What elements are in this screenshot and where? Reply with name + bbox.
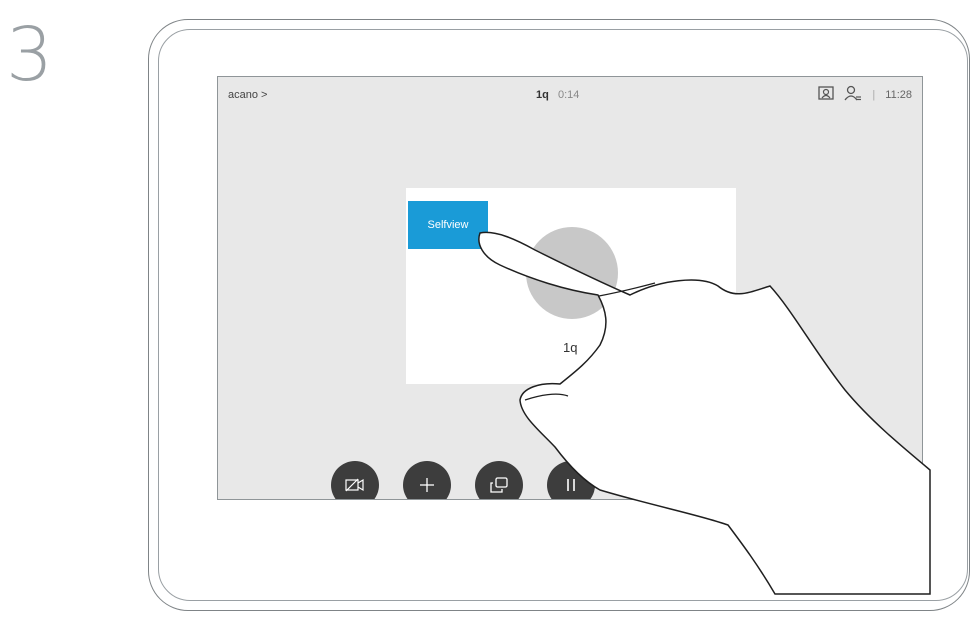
hold-icon [567,479,575,491]
camera-off-button[interactable] [331,461,379,499]
volume-button[interactable] [834,532,868,566]
add-icon [420,478,434,492]
clock: 11:28 [885,88,912,101]
volume-icon [845,544,857,554]
status-bar: acano > 1q 0:14 | 11:28 [218,77,922,111]
step-number: 3 [6,12,54,98]
selfview-icon[interactable] [818,86,835,103]
hold-button[interactable] [547,461,595,499]
selfview-button[interactable]: Selfview [408,201,488,249]
selfview-toggle-button[interactable] [475,461,523,499]
call-duration: 0:14 [558,89,580,101]
breadcrumb[interactable]: acano > [228,89,267,101]
participant-name: 1q [563,340,578,355]
status-icons: | 11:28 [818,85,912,104]
person-icon[interactable] [844,85,862,104]
avatar [526,227,618,319]
call-name: 1q [536,89,549,101]
mute-microphone-icon [899,541,911,557]
add-button[interactable] [403,461,451,499]
separator: | [872,88,876,101]
touch-screen: acano > 1q 0:14 | 11:28 Selfview 1q [217,76,923,500]
selfview-toggle-icon [490,477,508,493]
camera-off-icon [345,478,364,492]
mute-button[interactable] [888,532,922,566]
